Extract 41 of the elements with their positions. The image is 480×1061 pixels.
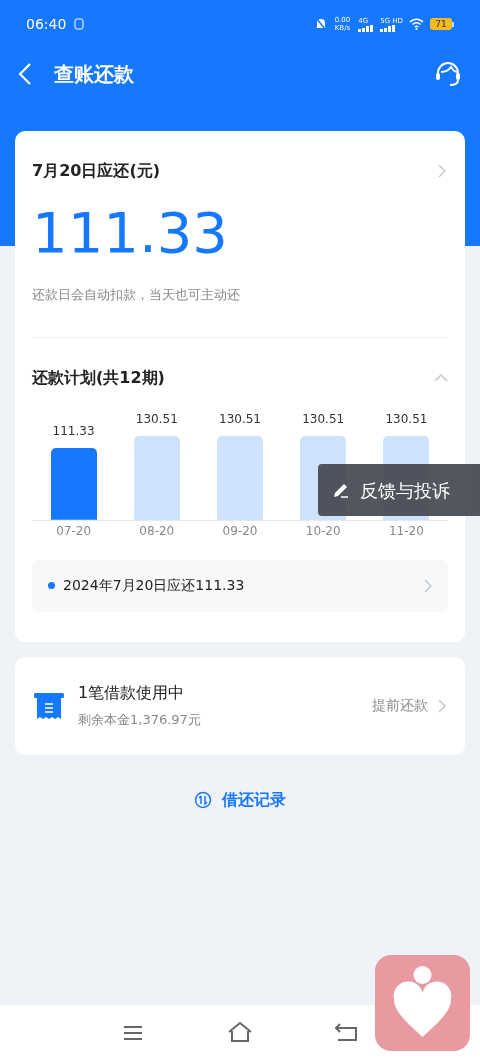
loan-card[interactable]: 1笔借款使用中 剩余本金1,376.97元 提前还款: [15, 656, 465, 755]
bar-value-label: 130.51: [302, 410, 345, 428]
battery-icon: 71: [430, 18, 454, 30]
due-amount: 111.33: [32, 201, 229, 265]
axis-label: 11-20: [388, 522, 424, 540]
plan-title: 还款计划(共12期): [32, 366, 165, 389]
axis-label: 09-20: [222, 522, 258, 540]
payment-detail: 2024年7月20日应还111.33: [63, 576, 245, 595]
bar-value-label: 130.51: [135, 410, 178, 428]
receipt-icon: [34, 690, 64, 721]
heart-app-icon[interactable]: [375, 955, 470, 1051]
axis-label: 10-20: [305, 522, 341, 540]
back-icon[interactable]: [335, 1023, 357, 1041]
chevron-right-icon: [438, 164, 446, 178]
due-note: 还款日会自动扣款，当天也可主动还: [32, 286, 241, 304]
customer-service-icon[interactable]: [434, 60, 462, 88]
loan-remaining: 剩余本金1,376.97元: [78, 711, 201, 730]
page-title: 查账还款: [54, 61, 134, 88]
payment-detail-row[interactable]: 2024年7月20日应还111.33: [32, 559, 448, 612]
bar-value-label: 130.51: [385, 410, 428, 428]
axis-label: 07-20: [56, 522, 92, 540]
signal-icon: [380, 24, 397, 32]
bar-value-label: 111.33: [52, 422, 95, 440]
loan-title: 1笔借款使用中: [78, 682, 186, 705]
chevron-right-icon: [424, 578, 432, 593]
home-icon[interactable]: [227, 1021, 253, 1043]
signal-icon: [358, 24, 375, 32]
bar-value-label: 130.51: [219, 410, 261, 428]
axis-label: 08-20: [139, 522, 175, 540]
chevron-right-icon: [438, 698, 446, 713]
mute-icon: [314, 17, 327, 31]
pencil-icon: [332, 481, 350, 499]
prepay-link[interactable]: 提前还款: [372, 695, 428, 716]
due-title: 7月20日应还(元): [32, 160, 161, 182]
feedback-button[interactable]: 反馈与投诉: [318, 464, 480, 516]
notification-icon: [74, 18, 85, 30]
menu-icon[interactable]: [123, 1025, 143, 1041]
status-time: 06:40: [26, 14, 67, 34]
wifi-icon: [409, 18, 424, 30]
records-icon: [194, 790, 212, 809]
records-link[interactable]: 借还记录: [222, 787, 286, 812]
